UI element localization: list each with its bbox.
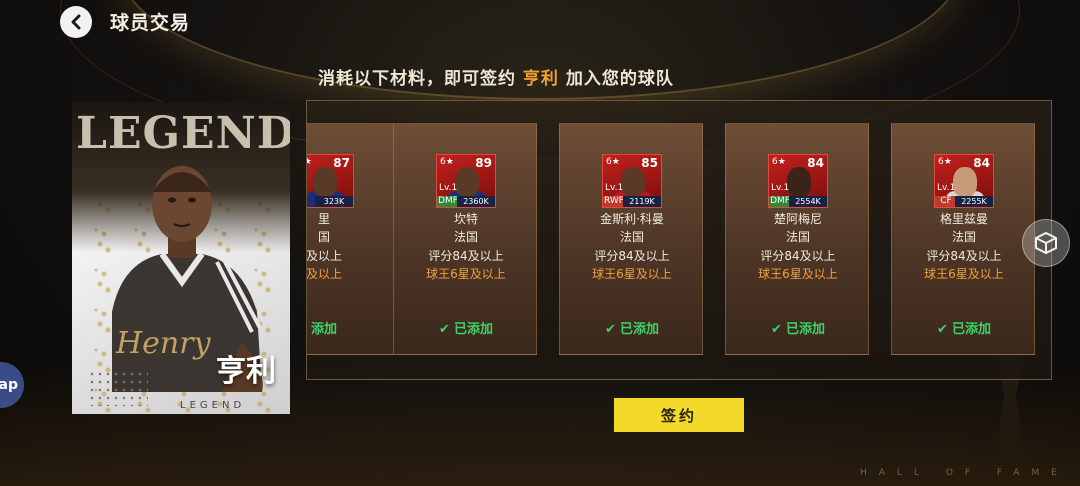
material-player-name: 金斯利·科曼 [600,212,664,226]
material-tier-requirement: 及以上 [306,267,342,281]
material-added-status: ✔ 已添加 [892,318,1036,337]
check-icon: ✔ [771,322,782,337]
material-nation: 法国 [951,230,976,244]
material-added-status: ✔ 已添加 [560,318,704,337]
floating-cube-button[interactable] [1022,219,1070,267]
thumb-level: Lv.1 [771,183,790,193]
thumb-rating: 84 [807,156,824,170]
material-added-status: 添加 [307,318,396,337]
material-player-name: 楚阿梅尼 [773,212,822,226]
material-added-status: ✔ 已添加 [726,318,870,337]
material-rating-requirement: 评分84及以上 [760,249,836,263]
cube-icon [1035,231,1057,255]
thumb-stars: 6★ [938,157,952,167]
thumb-face [313,167,337,197]
thumb-value: 2119K [623,196,661,207]
thumb-rating: 87 [333,156,350,170]
card-legend-footer: LEGEND [180,400,246,411]
thumb-stars: 6★ [772,157,786,167]
added-status-label: 已添加 [785,322,825,337]
added-status-label: 已添加 [619,322,659,337]
material-tier-requirement: 球王6星及以上 [592,267,672,281]
thumb-stars: 6★ [307,157,312,167]
material-nation: 法国 [619,230,644,244]
material-rating-requirement: 评分84及以上 [594,249,670,263]
back-button[interactable] [60,6,92,38]
instruction-suffix: 加入您的球队 [565,69,674,89]
signing-instruction: 消耗以下材料，即可签约 亨利 加入您的球队 [318,64,674,89]
material-tier-requirement: 球王6星及以上 [426,267,506,281]
material-added-status: ✔ 已添加 [394,318,538,337]
thumb-value: 2554K [789,196,827,207]
sign-button[interactable]: 签约 [614,398,744,432]
thumb-value: 323K [315,196,353,207]
check-icon: ✔ [439,322,450,337]
material-player-thumb: 6★ 84 Lv.1 CF 2255K [934,154,994,208]
thumb-level: Lv.1 [439,183,458,193]
material-slot[interactable]: 6★ 84 Lv.1 CF 2255K 格里兹曼 法国 评分84及以上 球王6星… [891,123,1035,355]
material-tier-requirement: 球王6星及以上 [758,267,838,281]
player-signature: Henry [116,326,211,361]
thumb-value: 2360K [457,196,495,207]
player-name: 亨利 [216,354,276,389]
material-nation: 法国 [785,230,810,244]
thumb-face [455,167,479,197]
thumb-position: DMF [437,196,459,207]
target-player-card[interactable]: LEGEND Henry 亨利 LEGEND [72,102,290,414]
thumb-face [953,167,977,197]
material-player-thumb: 6★ 87 323K [307,154,354,208]
instruction-prefix: 消耗以下材料，即可签约 [318,69,516,89]
page-title: 球员交易 [110,12,191,34]
chevron-left-icon [71,14,81,30]
hall-of-fame-watermark: HALL OF FAME [860,468,1069,478]
material-player-thumb: 6★ 84 Lv.1 DMF 2554K [768,154,828,208]
material-nation: 法国 [453,230,478,244]
material-rating-requirement: 评分84及以上 [926,249,1002,263]
thumb-value: 2255K [955,196,993,207]
thumb-level: Lv.1 [937,183,956,193]
check-icon: ✔ [937,322,948,337]
material-rating-requirement: 评分84及以上 [428,249,504,263]
thumb-position: CF [935,196,957,207]
added-status-label: 已添加 [453,322,493,337]
thumb-rating: 85 [641,156,658,170]
thumb-stars: 6★ [440,157,454,167]
material-player-thumb: 6★ 85 Lv.1 RWF 2119K [602,154,662,208]
thumb-position: DMF [769,196,791,207]
material-rating-requirement: 及以上 [306,249,342,263]
material-nation: 国 [317,230,330,244]
material-slot[interactable]: 6★ 85 Lv.1 RWF 2119K 金斯利·科曼 法国 评分84及以上 球… [559,123,703,355]
material-player-thumb: 6★ 89 Lv.1 DMF 2360K [436,154,496,208]
material-tier-requirement: 球王6星及以上 [924,267,1004,281]
material-player-name: 里 [317,212,330,226]
material-slot[interactable]: 6★ 84 Lv.1 DMF 2554K 楚阿梅尼 法国 评分84及以上 球王6… [725,123,869,355]
added-status-label: 已添加 [951,322,991,337]
material-slot[interactable]: 6★ 87 323K 里 国 及以上 及以上 添加 [306,123,396,355]
thumb-level: Lv.1 [605,183,624,193]
added-status-label: 添加 [310,322,337,337]
thumb-rating: 89 [475,156,492,170]
materials-panel: 6★ 87 323K 里 国 及以上 及以上 添加 6★ 89 Lv.1 DMF… [306,100,1052,380]
thumb-position: RWF [603,196,625,207]
material-player-name: 格里兹曼 [939,212,988,226]
thumb-rating: 84 [973,156,990,170]
thumb-stars: 6★ [606,157,620,167]
thumb-face [621,167,645,197]
material-player-name: 坎特 [453,212,478,226]
instruction-player-name: 亨利 [522,69,559,89]
material-slot[interactable]: 6★ 89 Lv.1 DMF 2360K 坎特 法国 评分84及以上 球王6星及… [393,123,537,355]
check-icon: ✔ [605,322,616,337]
thumb-face [787,167,811,197]
card-dot-pattern [88,370,148,406]
